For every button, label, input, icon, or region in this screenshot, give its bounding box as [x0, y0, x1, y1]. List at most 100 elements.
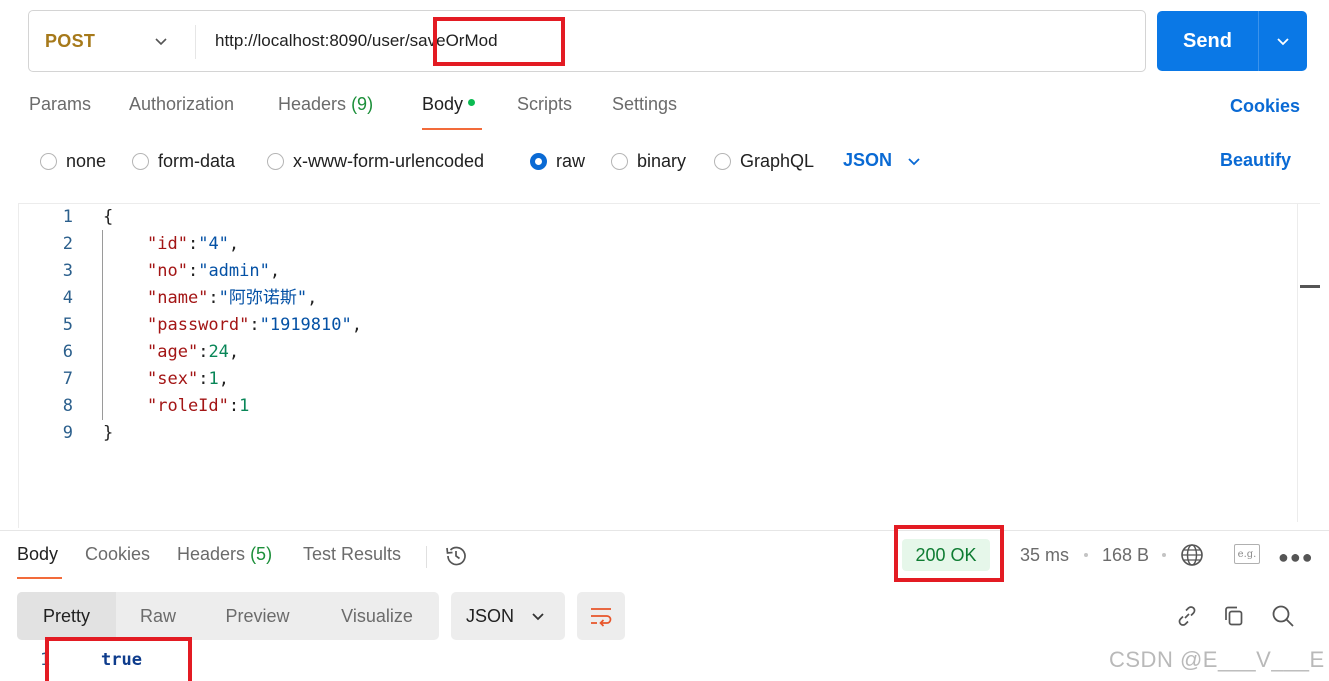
line-number: 1	[62, 207, 73, 227]
code-text: "roleId":1	[147, 396, 250, 416]
line-number: 3	[62, 261, 73, 281]
body-format-label: JSON	[843, 150, 893, 170]
response-tab-cookies[interactable]: Cookies	[85, 544, 150, 565]
response-format-label: JSON	[466, 605, 515, 626]
copy-icon[interactable]	[1221, 603, 1247, 629]
view-tab-visualize[interactable]: Visualize	[315, 592, 439, 640]
history-icon[interactable]	[443, 543, 469, 569]
radio-urlencoded[interactable]	[267, 152, 284, 170]
code-text: "sex":1,	[147, 369, 229, 389]
response-view-tabs: Pretty Raw Preview Visualize	[17, 592, 439, 640]
radio-binary[interactable]	[611, 152, 628, 170]
json-value: "admin"	[198, 261, 270, 281]
search-icon[interactable]	[1270, 603, 1296, 629]
json-key: "password"	[147, 315, 250, 335]
cookies-link[interactable]: Cookies	[1230, 96, 1300, 117]
code-line: 3 "no":"admin",	[19, 258, 1289, 285]
link-icon[interactable]	[1174, 603, 1200, 629]
line-number: 4	[62, 288, 73, 308]
response-tab-headers[interactable]: Headers (5)	[177, 544, 272, 565]
line-number: 9	[62, 423, 73, 443]
active-tab-underline	[17, 577, 62, 579]
code-line: 2 "id":"4",	[19, 231, 1289, 258]
radio-graphql[interactable]	[714, 152, 731, 170]
body-type-urlencoded[interactable]: x-www-form-urlencoded	[267, 148, 484, 174]
divider	[426, 546, 427, 568]
body-editor[interactable]: 1 { 2 "id":"4", 3 "no":"admin", 4 "name"…	[18, 203, 1320, 528]
response-highlight-annotation	[45, 637, 192, 681]
tab-settings[interactable]: Settings	[612, 94, 677, 115]
body-type-graphql-label: GraphQL	[740, 150, 815, 171]
response-divider[interactable]	[0, 530, 1329, 531]
tab-authorization[interactable]: Authorization	[129, 94, 234, 115]
response-tab-test-results[interactable]: Test Results	[303, 544, 401, 565]
response-headers-count: (5)	[250, 544, 273, 564]
code-line: 5 "password":"1919810",	[19, 312, 1289, 339]
body-modified-dot	[468, 98, 476, 106]
code-line: 4 "name":"阿弥诺斯",	[19, 285, 1289, 312]
send-button[interactable]: Send	[1157, 11, 1307, 71]
json-value: "阿弥诺斯"	[218, 288, 308, 308]
code-text: }	[103, 423, 114, 443]
more-options-icon[interactable]: ●●●	[1278, 547, 1314, 568]
code-text: "name":"阿弥诺斯",	[147, 288, 318, 308]
tab-headers-label: Headers	[278, 94, 347, 114]
send-label[interactable]: Send	[1157, 30, 1258, 53]
chevron-down-icon	[532, 613, 544, 621]
response-size[interactable]: 168 B	[1102, 545, 1149, 566]
body-type-none[interactable]: none	[40, 148, 106, 174]
body-type-form-data[interactable]: form-data	[132, 148, 235, 174]
code-text: "no":"admin",	[147, 261, 281, 281]
line-number: 7	[62, 369, 73, 389]
code-text: {	[103, 207, 114, 227]
globe-icon[interactable]	[1180, 543, 1204, 567]
line-number: 8	[62, 396, 73, 416]
json-key: "roleId"	[147, 396, 229, 416]
response-time[interactable]: 35 ms	[1020, 545, 1069, 566]
active-tab-underline	[422, 128, 482, 130]
method-select[interactable]: POST	[45, 11, 95, 71]
wrap-lines-button[interactable]	[577, 592, 625, 640]
radio-none[interactable]	[40, 152, 57, 170]
view-tab-preview[interactable]: Preview	[200, 592, 315, 640]
view-tab-pretty[interactable]: Pretty	[17, 592, 116, 640]
tab-params[interactable]: Params	[29, 94, 91, 115]
body-format-select[interactable]: JSON	[843, 150, 922, 171]
json-value: 24	[208, 342, 229, 362]
json-key: "id"	[147, 234, 188, 254]
send-options-button[interactable]	[1259, 33, 1307, 49]
body-type-graphql[interactable]: GraphQL	[714, 148, 814, 174]
view-tab-raw[interactable]: Raw	[116, 592, 200, 640]
separator-dot	[1162, 553, 1166, 557]
response-format-select[interactable]: JSON	[451, 592, 565, 640]
body-type-urlencoded-label: x-www-form-urlencoded	[293, 150, 485, 171]
code-text: "password":"1919810",	[147, 315, 362, 335]
editor-scrollbar[interactable]	[1297, 204, 1298, 522]
divider	[195, 25, 196, 59]
chevron-down-icon	[908, 157, 920, 165]
watermark: CSDN @E___V___E	[1109, 647, 1325, 672]
response-tab-body[interactable]: Body	[17, 544, 58, 565]
tab-headers[interactable]: Headers (9)	[278, 94, 373, 115]
beautify-button[interactable]: Beautify	[1220, 150, 1291, 171]
tab-scripts[interactable]: Scripts	[517, 94, 572, 115]
json-value: 1	[208, 369, 219, 389]
response-tab-headers-label: Headers	[177, 544, 246, 564]
wrap-lines-icon	[591, 608, 612, 627]
request-bar: POST http://localhost:8090/user/saveOrMo…	[28, 10, 1146, 72]
code-line: 8 "roleId":1	[19, 393, 1289, 420]
tab-body[interactable]: Body	[422, 94, 476, 115]
radio-form-data[interactable]	[132, 152, 149, 170]
json-value: "4"	[198, 234, 229, 254]
chevron-down-icon[interactable]	[153, 33, 169, 49]
radio-raw[interactable]	[530, 152, 547, 170]
json-key: "age"	[147, 342, 199, 362]
chevron-down-icon[interactable]	[1275, 33, 1291, 49]
line-number: 6	[62, 342, 73, 362]
line-number: 5	[62, 315, 73, 335]
code-line: 6 "age":24,	[19, 339, 1289, 366]
body-type-raw[interactable]: raw	[530, 148, 585, 174]
save-example-icon[interactable]: e.g.	[1234, 544, 1260, 564]
body-type-binary[interactable]: binary	[611, 148, 686, 174]
url-highlight-annotation	[433, 17, 565, 66]
